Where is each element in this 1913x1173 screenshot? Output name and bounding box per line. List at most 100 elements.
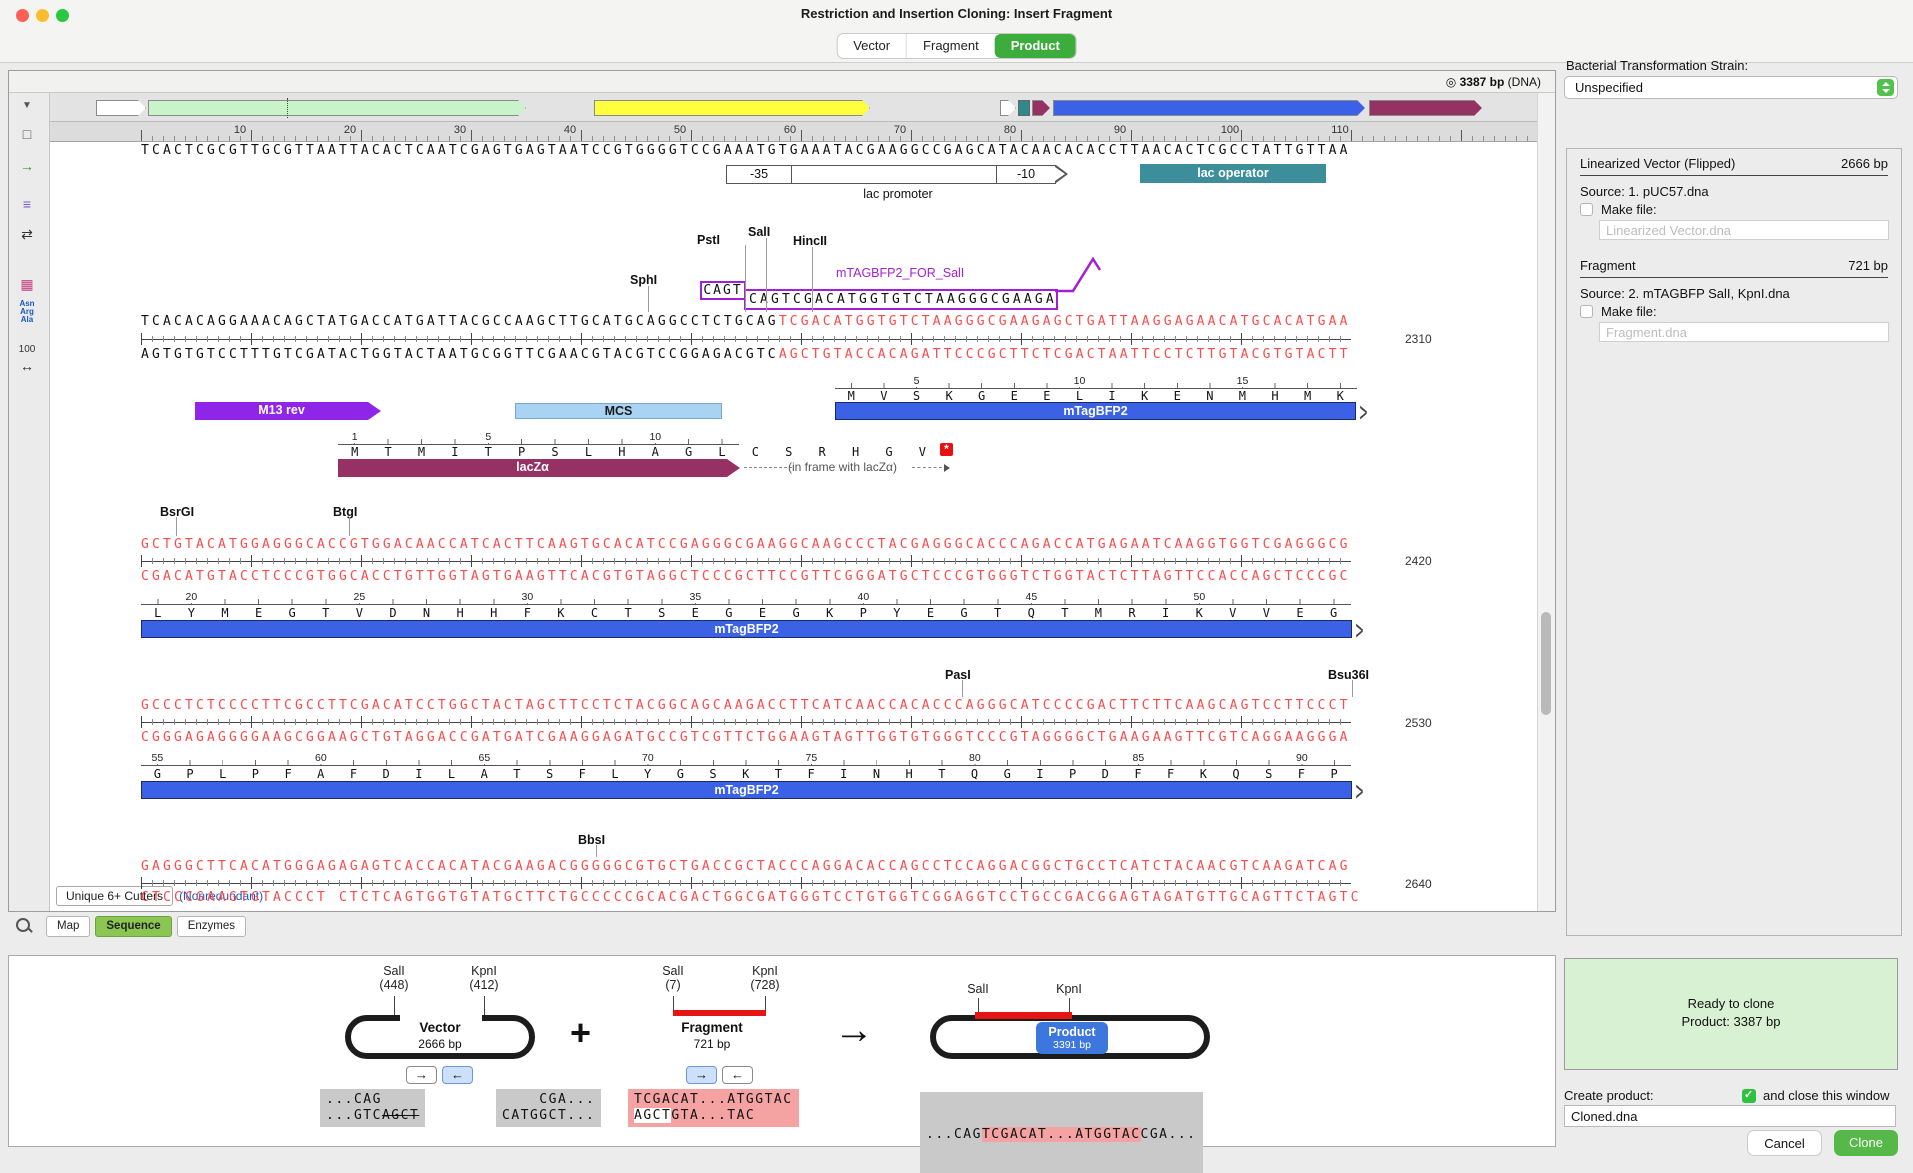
enzyme-site-sali[interactable]: SalI bbox=[748, 225, 770, 239]
product-cut-tick bbox=[978, 998, 979, 1012]
aa-number: 50 bbox=[1184, 591, 1214, 603]
feature-lac-promoter[interactable]: -35 -10 bbox=[726, 165, 1056, 184]
collapse-button[interactable]: ▼ bbox=[14, 96, 40, 116]
position-number: 2530 bbox=[1405, 716, 1461, 730]
view-tab-enzymes[interactable]: Enzymes bbox=[177, 916, 246, 937]
enzyme-site-psti[interactable]: PstI bbox=[697, 233, 720, 247]
enzyme-site-pasi[interactable]: PasI bbox=[945, 668, 971, 682]
vector-filename-input[interactable] bbox=[1599, 220, 1889, 240]
ready-status-detail: Product: 3387 bp bbox=[1564, 1014, 1898, 1029]
ruler-number: 90 bbox=[1100, 124, 1140, 136]
sequence-line[interactable]: AGTGTGTCCTTTGTCGATACTGGTACTAATGCGGTTCGAA… bbox=[141, 347, 1351, 363]
search-icon[interactable] bbox=[16, 918, 30, 932]
sequence-line[interactable]: GCCCTCTCCCCTTCGCCTTCGACATCCTGGCTACTAGCTT… bbox=[141, 698, 1351, 714]
sequence-line[interactable]: GAGGGCTTCACATGGGAGAGAGTCACCACATACGAAGACG… bbox=[141, 859, 1351, 875]
sequence-line[interactable]: TCACTCGCGTTGCGTTAATTACACTCAATCGAGTGAGTAA… bbox=[141, 143, 1351, 159]
aa-number: 70 bbox=[633, 752, 663, 764]
translation-display-tool[interactable]: ▦ bbox=[14, 274, 40, 294]
fragment-insert-bar bbox=[673, 1010, 766, 1016]
ruler-number: 110 bbox=[1320, 124, 1360, 136]
vector-enzyme2-name: KpnI bbox=[456, 964, 512, 978]
aa-frame-labels[interactable]: Asn Arg Ala bbox=[14, 300, 40, 320]
tab-product[interactable]: Product bbox=[995, 34, 1076, 58]
sequence-line[interactable]: TCACACAGGAAACAGCTATGACCATGATTACGCCAAGCTT… bbox=[141, 314, 1351, 330]
feature-lac-operator[interactable]: lac operator bbox=[1140, 164, 1326, 183]
fragment-forward-orientation-button[interactable]: → bbox=[686, 1066, 717, 1084]
product-junction-sequence: ...CAGTCGACAT...ATGGTACCGA... ...GTCAGCT… bbox=[920, 1092, 1203, 1173]
enzyme-site-bsrgi[interactable]: BsrGI bbox=[160, 505, 194, 519]
vector-make-file-checkbox[interactable] bbox=[1580, 203, 1593, 216]
cancel-button[interactable]: Cancel bbox=[1747, 1130, 1822, 1156]
enzyme-site-sphi[interactable]: SphI bbox=[630, 273, 657, 287]
vertical-scrollbar-track[interactable] bbox=[1537, 93, 1555, 911]
alignment-tool[interactable]: ≡ bbox=[14, 194, 40, 214]
aa-number: 25 bbox=[344, 591, 374, 603]
fragment-section-size: 721 bp bbox=[1848, 258, 1888, 273]
primer-label[interactable]: mTAGBFP2_FOR_SalI bbox=[836, 266, 964, 280]
sequence-line[interactable]: CTCCCGAAGTGTACCCT CTCTCAGTGGTGTATGCTTCTG… bbox=[141, 890, 1362, 902]
feature-laczα[interactable]: lacZα bbox=[338, 459, 740, 477]
ruler-number: 40 bbox=[550, 124, 590, 136]
expand-width-tool[interactable]: ↔ bbox=[14, 356, 40, 376]
vector-reverse-orientation-button[interactable]: ← bbox=[442, 1066, 473, 1084]
aa-row: MVSKGEELIKENMHMK bbox=[835, 389, 1357, 403]
view-tab-sequence[interactable]: Sequence bbox=[95, 916, 171, 937]
primer-sequence-box[interactable]: CAGTCGACATGGTGTCTAAGGGCGAAGA bbox=[744, 289, 1058, 310]
overview-feature[interactable] bbox=[1053, 100, 1365, 116]
position-number: 2420 bbox=[1405, 554, 1461, 568]
vector-size: 2666 bp bbox=[360, 1037, 520, 1051]
aa-number: 5 bbox=[473, 431, 503, 443]
fragment-reverse-orientation-button[interactable]: ← bbox=[722, 1066, 753, 1084]
aa-row: GPLPFAFDILATSFLYGSKTFINHTQGIPDFFKQSFP bbox=[141, 767, 1350, 781]
tab-fragment[interactable]: Fragment bbox=[906, 34, 995, 58]
close-window-checkbox[interactable] bbox=[1742, 1089, 1756, 1103]
selection-tool[interactable]: □ bbox=[14, 124, 40, 144]
vector-enzyme1-pos: (448) bbox=[366, 978, 422, 992]
feature-m13-rev[interactable]: M13 rev bbox=[195, 402, 381, 420]
enzyme-site-bsu36i[interactable]: Bsu36I bbox=[1328, 668, 1369, 682]
fragment-filename-input[interactable] bbox=[1599, 322, 1889, 342]
sequence-line[interactable]: CGGGAGAGGGGAAGCGGAAGCTGTAGGACCGATGATCGAA… bbox=[141, 730, 1351, 746]
aa-number: 1 bbox=[340, 431, 370, 443]
aa-ruler: 5560657075808590 bbox=[141, 753, 1351, 766]
enzyme-site-bbsi[interactable]: BbsI bbox=[578, 833, 605, 847]
overview-feature[interactable] bbox=[148, 100, 526, 116]
strain-select[interactable]: Unspecified bbox=[1564, 76, 1898, 99]
vertical-scrollbar-thumb[interactable] bbox=[1541, 612, 1551, 715]
clone-button[interactable]: Clone bbox=[1834, 1130, 1898, 1156]
feature-mtagbfp2[interactable]: mTagBFP2 bbox=[835, 402, 1356, 420]
position-number: 2310 bbox=[1405, 332, 1461, 346]
result-arrow: → bbox=[834, 1008, 874, 1053]
target-icon: ◎ bbox=[1446, 75, 1456, 89]
overview-feature[interactable] bbox=[594, 100, 870, 116]
aa-number: 15 bbox=[1228, 375, 1258, 387]
feature-mtagbfp2[interactable]: mTagBFP2 bbox=[141, 781, 1352, 799]
enzyme-cut-line bbox=[766, 238, 767, 312]
product-insert-segment bbox=[975, 1012, 1072, 1019]
overview-feature[interactable] bbox=[1018, 100, 1030, 116]
aa-number: 90 bbox=[1287, 752, 1317, 764]
tick-line bbox=[141, 555, 1351, 567]
fragment-make-file-checkbox[interactable] bbox=[1580, 305, 1593, 318]
enzyme-cut-line bbox=[349, 517, 350, 536]
add-feature-arrow-tool[interactable]: → bbox=[14, 156, 40, 176]
product-filename-input[interactable] bbox=[1564, 1105, 1896, 1127]
enzyme-cut-line bbox=[745, 245, 746, 312]
vector-forward-orientation-button[interactable]: → bbox=[406, 1066, 437, 1084]
tab-vector[interactable]: Vector bbox=[837, 34, 906, 58]
enzyme-site-btgi[interactable]: BtgI bbox=[333, 505, 357, 519]
overview-feature[interactable] bbox=[1369, 100, 1482, 116]
enzyme-site-hincii[interactable]: HincII bbox=[793, 234, 827, 248]
overview-feature[interactable] bbox=[96, 100, 146, 116]
plus-sign: + bbox=[570, 1012, 591, 1054]
view-tab-map[interactable]: Map bbox=[46, 916, 90, 937]
sequence-line[interactable]: CGACATGTACCTCCCGTGGCACCTGTTGGTAGTGAAGTTC… bbox=[141, 569, 1351, 585]
feature-mcs[interactable]: MCS bbox=[515, 403, 722, 419]
sequence-line[interactable]: GCTGTACATGGAGGGCACCGTGGACAACCATCACTTCAAG… bbox=[141, 537, 1351, 553]
vector-section-size: 2666 bp bbox=[1841, 156, 1888, 171]
ruler-number: 30 bbox=[440, 124, 480, 136]
tick-line bbox=[141, 877, 1351, 889]
primer-pair-tool[interactable]: ⇄ bbox=[14, 224, 40, 244]
feature-mtagbfp2[interactable]: mTagBFP2 bbox=[141, 620, 1352, 638]
tick-line bbox=[141, 333, 1351, 345]
